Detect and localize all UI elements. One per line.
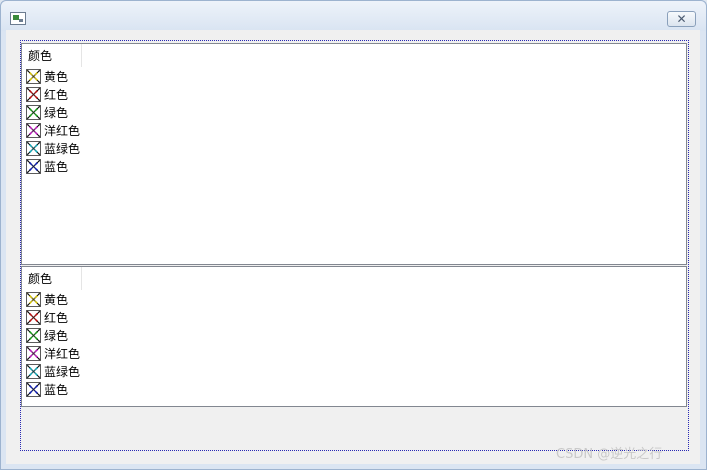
app-window-icon[interactable]: [10, 12, 26, 25]
close-button[interactable]: ✕: [667, 11, 696, 27]
focus-rectangle: [20, 40, 689, 451]
watermark-text: CSDN @逆光之行: [556, 447, 663, 462]
title-bar[interactable]: ✕: [1, 1, 706, 31]
close-icon: ✕: [676, 12, 687, 26]
